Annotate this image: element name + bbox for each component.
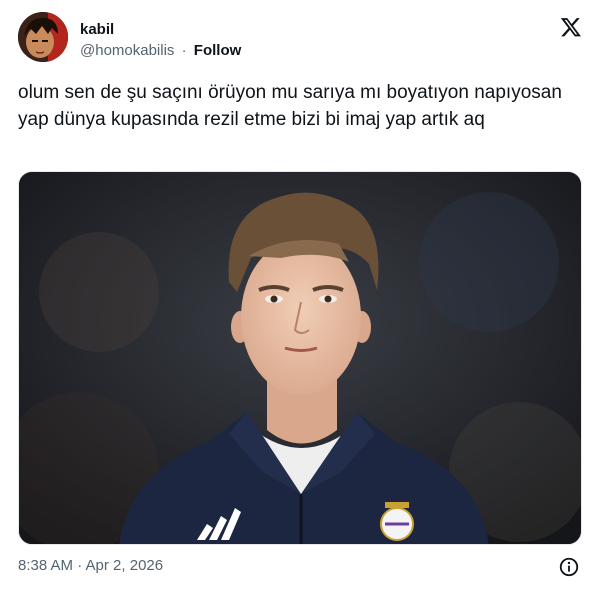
follow-button[interactable]: Follow	[194, 42, 242, 59]
x-logo-icon[interactable]	[560, 16, 582, 38]
tweet-text: olum sen de şu saçını örüyon mu sarıya m…	[18, 82, 562, 130]
tweet-timestamp[interactable]: 8:38 AM · Apr 2, 2026	[18, 557, 163, 574]
tweet-photo[interactable]	[18, 171, 582, 545]
user-display-name[interactable]: kabil	[80, 21, 114, 38]
info-circle-icon[interactable]	[558, 556, 580, 578]
separator-dot: ·	[181, 42, 187, 59]
tweet-footer: 8:38 AM · Apr 2, 2026	[18, 556, 584, 578]
handle-row: @homokabilis · Follow	[80, 42, 241, 59]
user-handle[interactable]: @homokabilis	[80, 42, 174, 59]
avatar[interactable]	[18, 12, 68, 62]
tweet-header: kabil @homokabilis · Follow	[18, 12, 584, 64]
